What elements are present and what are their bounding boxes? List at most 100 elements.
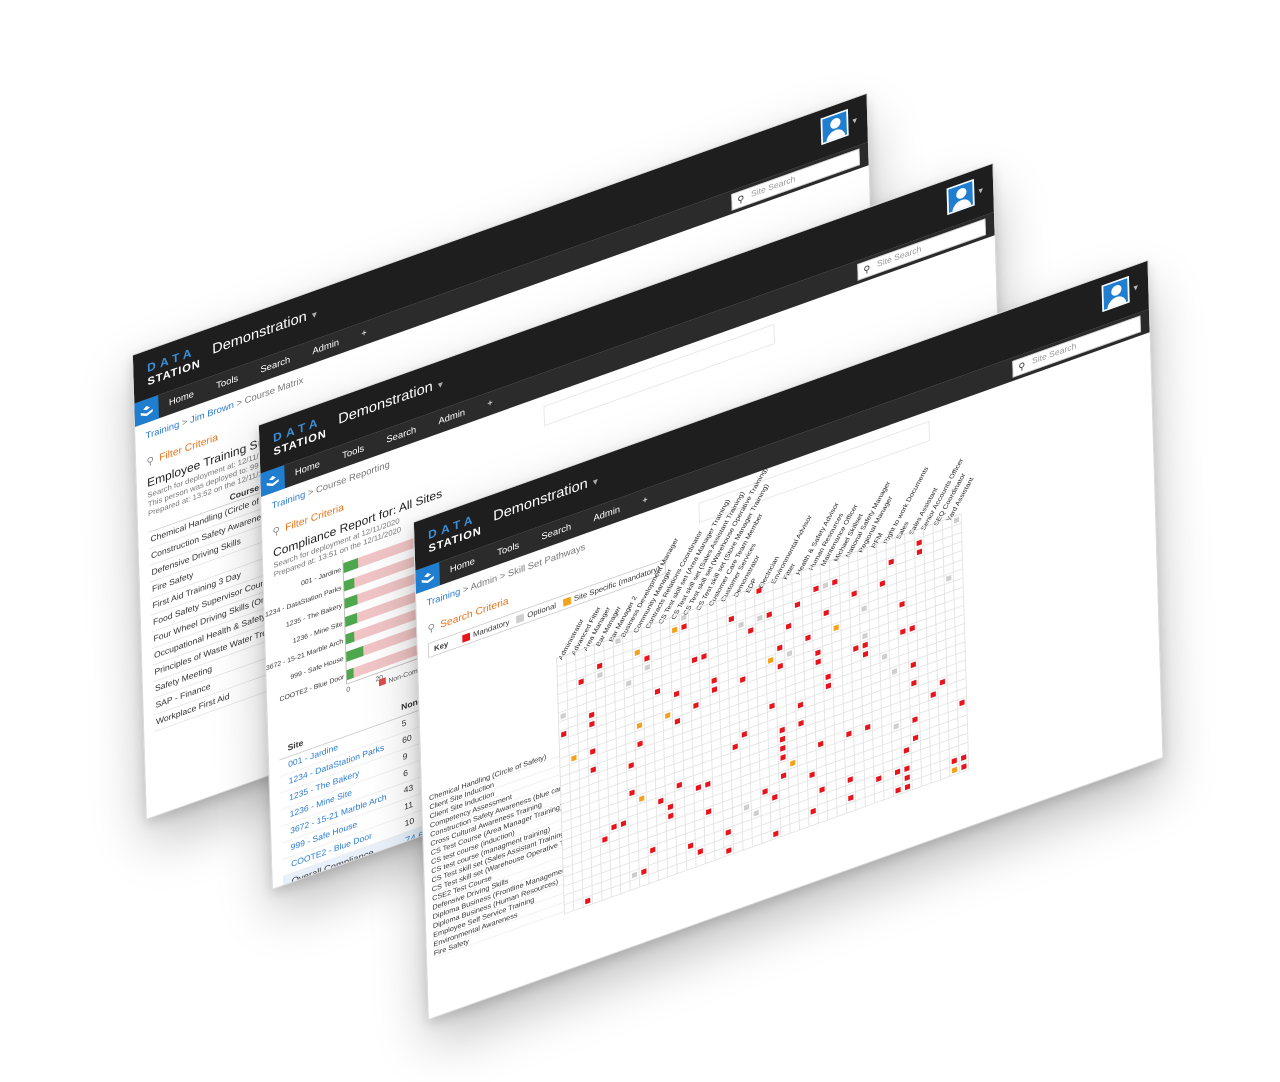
nav-admin[interactable]: Admin bbox=[312, 337, 339, 356]
matrix-cell[interactable] bbox=[903, 780, 913, 794]
matrix-cell[interactable] bbox=[921, 774, 932, 787]
chart-category-label: 3672 - 15-21 Marble Arch bbox=[265, 637, 344, 673]
requirement-marker bbox=[658, 797, 664, 805]
matrix-cell[interactable] bbox=[931, 770, 942, 784]
requirement-marker bbox=[832, 578, 838, 586]
requirement-marker bbox=[819, 786, 825, 794]
matrix-cell[interactable] bbox=[658, 868, 669, 881]
search-icon: ⚲ bbox=[272, 523, 281, 539]
search-icon: ⚲ bbox=[146, 453, 155, 469]
matrix-cell[interactable] bbox=[583, 894, 594, 908]
nav-tools[interactable]: Tools bbox=[497, 540, 519, 558]
matrix-cell[interactable] bbox=[940, 767, 951, 780]
matrix-cell[interactable] bbox=[715, 847, 725, 861]
requirement-marker bbox=[916, 548, 923, 556]
breadcrumb-training[interactable]: Training bbox=[146, 420, 180, 442]
matrix-cell[interactable] bbox=[649, 871, 659, 884]
matrix-cell[interactable] bbox=[611, 884, 622, 898]
matrix-cell[interactable] bbox=[573, 898, 584, 911]
matrix-cell[interactable] bbox=[724, 844, 735, 858]
requirement-marker bbox=[767, 656, 774, 664]
chart-bar-compliant bbox=[343, 577, 355, 592]
matrix-cell[interactable] bbox=[705, 851, 716, 864]
matrix-cell[interactable] bbox=[809, 814, 819, 827]
requirement-marker bbox=[909, 624, 915, 632]
matrix-cell[interactable] bbox=[846, 801, 857, 814]
requirement-marker bbox=[571, 754, 577, 762]
matrix-cell[interactable] bbox=[818, 811, 829, 824]
matrix-cell[interactable] bbox=[959, 760, 970, 774]
matrix-cell[interactable] bbox=[837, 804, 847, 817]
matrix-cell[interactable] bbox=[733, 841, 744, 854]
nav-search[interactable]: Search bbox=[386, 425, 416, 446]
user-avatar[interactable] bbox=[820, 108, 849, 146]
requirement-marker bbox=[738, 621, 744, 629]
user-avatar[interactable] bbox=[946, 178, 975, 216]
nav-tools[interactable]: Tools bbox=[342, 443, 364, 461]
breadcrumb-training[interactable]: Training bbox=[272, 490, 306, 512]
requirement-marker bbox=[846, 730, 852, 738]
requirement-marker bbox=[726, 847, 732, 855]
matrix-cell[interactable] bbox=[790, 821, 800, 834]
nav-add[interactable]: + bbox=[487, 397, 493, 409]
requirement-marker bbox=[904, 774, 910, 782]
requirement-marker bbox=[899, 600, 905, 608]
matrix-cell[interactable] bbox=[856, 797, 866, 811]
matrix-cell[interactable] bbox=[762, 831, 772, 844]
matrix-cell[interactable] bbox=[827, 807, 838, 821]
breadcrumb-admin[interactable]: Admin bbox=[470, 573, 497, 592]
matrix-cell[interactable] bbox=[874, 790, 885, 804]
requirement-marker bbox=[673, 690, 680, 698]
optional-swatch bbox=[516, 612, 525, 624]
matrix-cell[interactable] bbox=[743, 837, 753, 851]
requirement-marker bbox=[893, 722, 899, 730]
matrix-cell[interactable] bbox=[884, 787, 894, 801]
requirement-marker bbox=[797, 701, 804, 709]
requirement-marker bbox=[903, 746, 910, 754]
matrix-cell[interactable] bbox=[780, 824, 791, 837]
matrix-cell[interactable] bbox=[950, 764, 960, 777]
matrix-cell[interactable] bbox=[620, 881, 631, 895]
requirement-marker bbox=[725, 828, 731, 836]
nav-add[interactable]: + bbox=[642, 494, 648, 506]
matrix-cell[interactable] bbox=[865, 794, 876, 807]
matrix-cell[interactable] bbox=[602, 888, 612, 901]
matrix-cell[interactable] bbox=[639, 874, 650, 888]
matrix-cell[interactable] bbox=[564, 901, 575, 915]
matrix-cell[interactable] bbox=[630, 878, 641, 891]
nav-search[interactable]: Search bbox=[541, 522, 571, 543]
requirement-marker bbox=[818, 740, 824, 748]
nav-home[interactable]: Home bbox=[295, 459, 320, 478]
matrix-cell[interactable] bbox=[752, 834, 763, 848]
nav-admin[interactable]: Admin bbox=[438, 407, 465, 426]
nav-search[interactable]: Search bbox=[260, 355, 290, 376]
nav-home[interactable]: Home bbox=[169, 389, 194, 408]
requirement-marker bbox=[951, 766, 958, 774]
matrix-cell[interactable] bbox=[893, 784, 904, 797]
nav-add[interactable]: + bbox=[361, 327, 367, 339]
user-avatar[interactable] bbox=[1101, 275, 1130, 313]
matrix-cell[interactable] bbox=[667, 864, 678, 878]
requirement-marker bbox=[732, 743, 738, 751]
nav-tools[interactable]: Tools bbox=[216, 373, 238, 391]
matrix-cell[interactable] bbox=[799, 817, 810, 831]
breadcrumb-training[interactable]: Training bbox=[427, 587, 461, 609]
requirement-marker bbox=[705, 780, 711, 788]
matrix-cell[interactable] bbox=[592, 891, 603, 905]
key-mandatory: Mandatory bbox=[472, 617, 510, 639]
matrix-cell[interactable] bbox=[686, 858, 697, 871]
nav-home[interactable]: Home bbox=[450, 556, 475, 575]
matrix-cell[interactable] bbox=[771, 827, 782, 841]
requirement-marker bbox=[823, 609, 829, 617]
requirement-marker bbox=[785, 622, 792, 630]
matrix-cell[interactable] bbox=[696, 854, 706, 868]
nav-admin[interactable]: Admin bbox=[593, 504, 620, 523]
requirement-marker bbox=[790, 759, 796, 767]
requirement-marker bbox=[695, 784, 702, 792]
requirement-marker bbox=[672, 626, 678, 634]
chart-bar-compliant bbox=[343, 558, 359, 574]
matrix-cell[interactable] bbox=[677, 861, 688, 874]
matrix-cell[interactable] bbox=[912, 777, 923, 791]
requirement-marker bbox=[740, 676, 746, 683]
requirement-marker bbox=[634, 649, 640, 656]
